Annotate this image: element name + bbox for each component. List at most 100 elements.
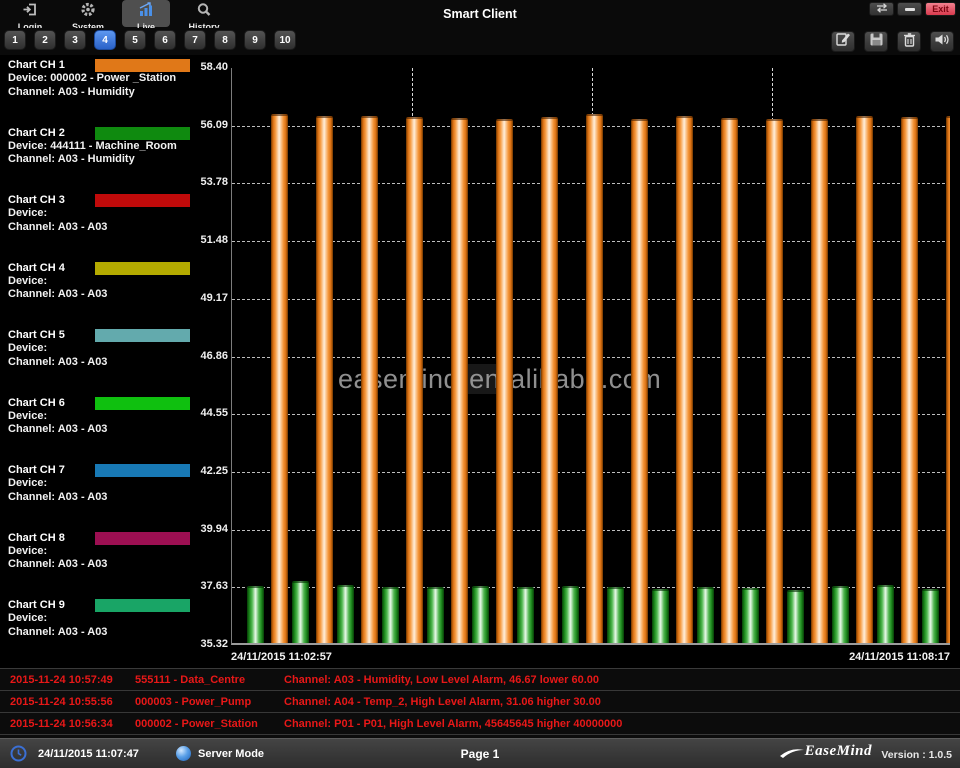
y-tick-label: 51.48 xyxy=(185,234,228,246)
brand-swoosh-icon xyxy=(779,746,805,760)
alarm-device: 000003 - Power_Pump xyxy=(135,691,251,713)
sound-button[interactable] xyxy=(930,31,954,52)
bar-ch1 xyxy=(496,119,513,644)
bar-ch1 xyxy=(316,116,333,644)
bar-ch2 xyxy=(562,586,579,644)
channel-color-chip xyxy=(95,464,190,477)
alarm-row[interactable]: 2015-11-24 10:56:34 000002 - Power_Statio… xyxy=(0,713,960,735)
bar-ch1 xyxy=(586,114,603,643)
version-label: Version : 1.0.5 xyxy=(881,749,952,761)
bar-ch2 xyxy=(382,587,399,643)
bar-ch1 xyxy=(361,116,378,643)
switch-view-button[interactable] xyxy=(869,2,894,16)
save-icon xyxy=(869,32,884,52)
alarm-row[interactable]: 2015-11-24 10:57:49555111 - Data_CentreC… xyxy=(0,669,960,691)
bar-ch2 xyxy=(292,581,309,644)
y-tick-label: 39.94 xyxy=(185,523,228,535)
alarm-device: 000002 - Power_Station xyxy=(135,713,258,735)
bar-ch1 xyxy=(406,117,423,644)
bars-layer xyxy=(232,68,950,643)
alarm-row[interactable]: 2015-11-24 10:55:56 000003 - Power_Pump Ch… xyxy=(0,691,960,713)
bar-ch1 xyxy=(631,119,648,644)
bar-ch2 xyxy=(832,586,849,643)
page-tab-8[interactable]: 8 xyxy=(214,30,236,50)
bar-ch2 xyxy=(787,590,804,643)
bar-ch2 xyxy=(517,587,534,643)
bar-ch1 xyxy=(766,119,783,643)
edit-button[interactable] xyxy=(831,31,855,52)
alarm-time: 2015-11-24 10:55:56 xyxy=(10,691,113,713)
trash-icon xyxy=(902,32,917,52)
bar-ch2 xyxy=(922,589,939,644)
brand-name: EaseMind xyxy=(805,743,872,760)
bar-ch2 xyxy=(247,586,264,643)
tabbar: 123456789 10 xyxy=(0,28,960,55)
y-tick-label: 42.25 xyxy=(185,465,228,477)
speaker-icon xyxy=(934,32,950,52)
channel-color-chip xyxy=(95,262,190,275)
alarm-device: 555111 - Data_Centre xyxy=(135,669,245,691)
page-tab-7[interactable]: 7 xyxy=(184,30,206,50)
bar-ch1 xyxy=(901,117,918,643)
channel-color-chip xyxy=(95,532,190,545)
app-title: Smart Client xyxy=(0,7,960,21)
bar-ch2 xyxy=(742,588,759,643)
minimize-icon xyxy=(905,8,915,11)
page-tabs: 123456789 10 xyxy=(4,30,296,50)
page-tab-6[interactable]: 6 xyxy=(154,30,176,50)
bar-ch1 xyxy=(271,114,288,644)
chart-area: easemind.en.alibaba.com 58.40 56.09 53.78 5… xyxy=(185,56,960,668)
delete-button[interactable] xyxy=(897,31,921,52)
window-controls: Exit xyxy=(869,2,956,16)
x-axis-start-label: 24/11/2015 11:02:57 xyxy=(231,651,332,663)
y-tick-label: 53.78 xyxy=(185,176,228,188)
bar-ch2 xyxy=(607,587,624,643)
y-tick-label: 49.17 xyxy=(185,292,228,304)
bar-ch1 xyxy=(946,116,950,643)
page-tab-5[interactable]: 5 xyxy=(124,30,146,50)
edit-icon xyxy=(835,31,851,52)
statusbar: 24/11/2015 11:07:47 Server Mode Page 1 E… xyxy=(0,738,960,768)
y-tick-label: 58.40 xyxy=(185,61,228,73)
page-tab-1[interactable]: 1 xyxy=(4,30,26,50)
x-axis-end-label: 24/11/2015 11:08:17 xyxy=(849,651,950,663)
page-tab-9[interactable]: 9 xyxy=(244,30,266,50)
y-tick-label: 35.32 xyxy=(185,638,228,650)
save-button[interactable] xyxy=(864,31,888,52)
bar-ch1 xyxy=(451,118,468,643)
brand-logo: EaseMind xyxy=(779,743,872,760)
minimize-button[interactable] xyxy=(897,2,922,16)
page-tab-10[interactable]: 10 xyxy=(274,30,296,50)
channel-color-chip xyxy=(95,397,190,410)
toolbar xyxy=(831,31,954,52)
channel-color-chip xyxy=(95,59,190,72)
y-tick-label: 44.55 xyxy=(185,407,228,419)
plot: easemind.en.alibaba.com xyxy=(231,68,950,645)
bar-ch2 xyxy=(877,585,894,643)
y-tick-label: 37.63 xyxy=(185,580,228,592)
exit-button[interactable]: Exit xyxy=(925,2,956,16)
bar-ch2 xyxy=(427,587,444,644)
bar-ch1 xyxy=(721,118,738,643)
bar-ch2 xyxy=(472,586,489,643)
switch-view-icon xyxy=(875,0,889,18)
smart-client-window: { "titlebar": { "title": "Smart Client",… xyxy=(0,0,960,768)
y-tick-label: 46.86 xyxy=(185,350,228,362)
channel-color-chip xyxy=(95,194,190,207)
channel-color-chip xyxy=(95,329,190,342)
alarm-time: 2015-11-24 10:57:49 xyxy=(10,669,113,691)
bar-ch1 xyxy=(676,116,693,643)
titlebar: Login System Live History Smart Client xyxy=(0,0,960,28)
y-tick-label: 56.09 xyxy=(185,119,228,131)
bar-ch2 xyxy=(652,589,669,644)
page-tab-2[interactable]: 2 xyxy=(34,30,56,50)
bar-ch1 xyxy=(856,116,873,644)
bar-ch2 xyxy=(697,587,714,643)
channel-color-chip xyxy=(95,127,190,140)
page-tab-3[interactable]: 3 xyxy=(64,30,86,50)
bar-ch1 xyxy=(541,117,558,644)
alarm-message: Channel: A04 - Temp_2, High Level Alarm,… xyxy=(284,691,601,713)
page-tab-4[interactable]: 4 xyxy=(94,30,116,50)
alarm-time: 2015-11-24 10:56:34 xyxy=(10,713,113,735)
bar-ch2 xyxy=(337,585,354,643)
